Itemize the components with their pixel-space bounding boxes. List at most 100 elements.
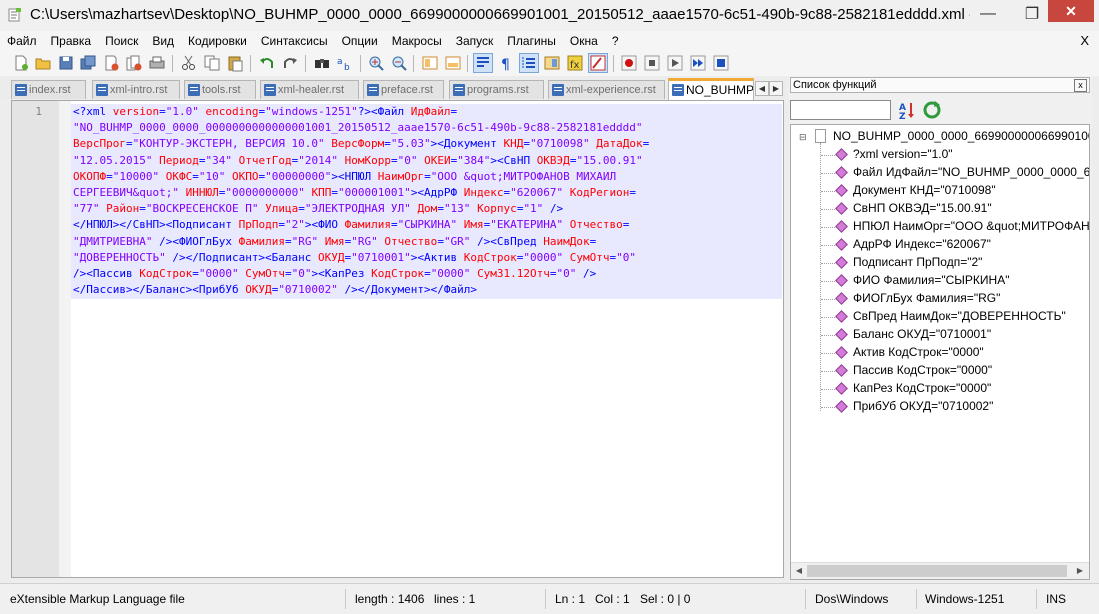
save-icon[interactable]	[57, 54, 75, 72]
code-token: ОКПО	[231, 169, 259, 183]
close-window-button[interactable]: ✕	[1048, 0, 1094, 22]
record-macro-icon[interactable]	[620, 54, 638, 72]
tab-preface-rst[interactable]: preface.rst	[363, 80, 444, 99]
code-token: Индекс	[463, 185, 504, 199]
code-token: "0000"	[523, 250, 564, 264]
run-macro-multiple-icon[interactable]	[689, 54, 707, 72]
show-all-chars-icon[interactable]: ¶	[497, 54, 515, 72]
close-all-icon[interactable]	[125, 54, 143, 72]
scroll-right-icon[interactable]: ▶	[1075, 566, 1085, 576]
folder-workspace-icon[interactable]	[588, 53, 608, 73]
code-token: ОКВЭД	[536, 153, 570, 167]
print-icon[interactable]	[148, 54, 166, 72]
code-line: "77" Район="ВОСКРЕСЕНСКОЕ П" Улица="ЭЛЕК…	[73, 201, 782, 217]
function-list-close-button[interactable]: x	[1074, 79, 1087, 92]
menu-run[interactable]: Запуск	[449, 34, 501, 48]
replace-icon[interactable]: ab	[336, 54, 354, 72]
code-token: ИдФайл	[410, 105, 451, 118]
scroll-left-icon[interactable]: ◀	[794, 566, 804, 576]
code-token: ОКУД	[318, 250, 345, 264]
horizontal-scrollbar[interactable]: ◀ ▶	[791, 562, 1089, 579]
word-wrap-icon[interactable]	[473, 53, 493, 73]
tab-xml-intro-rst[interactable]: xml-intro.rst	[92, 80, 180, 99]
line-number-gutter: 1	[12, 101, 59, 577]
menu-macro[interactable]: Макросы	[385, 34, 449, 48]
play-macro-icon[interactable]	[666, 54, 684, 72]
tree-connector	[821, 353, 835, 354]
sort-alphabetically-icon[interactable]: AZ	[897, 100, 917, 122]
save-macro-icon[interactable]	[712, 54, 730, 72]
minimize-button[interactable]: —	[966, 0, 1010, 27]
menu-search[interactable]: Поиск	[98, 34, 145, 48]
sync-vertical-icon[interactable]	[421, 54, 439, 72]
tab-index-rst[interactable]: index.rst	[11, 80, 86, 99]
find-icon[interactable]	[313, 54, 331, 72]
code-editor[interactable]: 1 <?xml version="1.0" encoding="windows-…	[11, 100, 784, 578]
copy-icon[interactable]	[203, 54, 221, 72]
code-text-selected[interactable]: <?xml version="1.0" encoding="windows-12…	[71, 104, 782, 299]
code-token: =	[622, 218, 630, 232]
code-token: "0710001"	[351, 250, 411, 264]
menu-settings[interactable]: Опции	[335, 34, 385, 48]
code-token: СумОтч	[569, 250, 610, 264]
function-list-tree[interactable]: ⊟ NO_BUHMP_0000_0000_6699000000669901001…	[790, 124, 1090, 580]
menu-encoding[interactable]: Кодировки	[181, 34, 254, 48]
code-token: ?><Файл	[357, 105, 411, 118]
xml-node-icon	[835, 238, 848, 251]
tree-connector	[821, 245, 835, 246]
menu-plugins[interactable]: Плагины	[500, 34, 563, 48]
menu-help[interactable]: ?	[605, 34, 626, 48]
code-token: СЕРГЕЕВИЧ&quot;"	[73, 185, 179, 199]
function-list-item-label: ФИО Фамилия="СЫРКИНА"	[853, 273, 1010, 287]
new-file-icon[interactable]	[12, 54, 30, 72]
code-token: />	[549, 202, 564, 216]
tab-tools-rst[interactable]: tools.rst	[184, 80, 256, 99]
function-list-search-input[interactable]	[790, 100, 891, 120]
file-icon	[453, 84, 465, 96]
reload-icon[interactable]	[922, 100, 942, 120]
svg-text:b: b	[344, 63, 350, 72]
close-document-button[interactable]: X	[1080, 33, 1089, 48]
code-token: =	[384, 137, 391, 151]
window-title: C:\Users\mazhartsev\Desktop\NO_BUHMP_000…	[30, 6, 970, 23]
code-token: "0"	[616, 250, 636, 264]
xml-node-icon	[835, 220, 848, 233]
cut-icon[interactable]	[180, 54, 198, 72]
doc-map-icon[interactable]	[543, 54, 561, 72]
code-token: "ООО &quot;МИТРОФАНОВ МИХАИЛ	[430, 169, 617, 183]
sync-horizontal-icon[interactable]	[444, 54, 462, 72]
tab-scroll-left-icon[interactable]: ◀	[755, 81, 769, 96]
tab-scroll-right-icon[interactable]: ▶	[769, 81, 783, 96]
menu-file[interactable]: Файл	[0, 34, 44, 48]
code-token: ><АдрРФ	[410, 185, 464, 199]
function-list-item-label: Баланс ОКУД="0710001"	[853, 327, 992, 341]
indent-guide-icon[interactable]	[519, 53, 539, 73]
collapse-icon[interactable]: ⊟	[799, 133, 807, 142]
code-token: ОКЕИ	[424, 153, 451, 167]
code-token: Сум31.12Отч	[477, 266, 550, 280]
stop-macro-icon[interactable]	[643, 54, 661, 72]
paste-icon[interactable]	[226, 54, 244, 72]
menu-edit[interactable]: Правка	[44, 34, 99, 48]
tab-xml-experience-rst[interactable]: xml-experience.rst	[548, 80, 665, 99]
menu-window[interactable]: Окна	[563, 34, 605, 48]
close-icon[interactable]	[102, 54, 120, 72]
code-token: =	[106, 169, 113, 183]
menu-view[interactable]: Вид	[145, 34, 181, 48]
redo-icon[interactable]	[281, 54, 299, 72]
scrollbar-thumb[interactable]	[807, 565, 1067, 577]
tab-active-document[interactable]: NO_BUHMP_	[668, 78, 754, 100]
tree-root-label: NO_BUHMP_0000_0000_6699000000669901001_2…	[833, 129, 1089, 143]
menu-language[interactable]: Синтаксисы	[254, 34, 335, 48]
function-list-item-label: ФИОГлБух Фамилия="RG"	[853, 291, 1001, 305]
function-list-icon[interactable]: fx	[566, 54, 584, 72]
save-all-icon[interactable]	[79, 54, 97, 72]
tab-programs-rst[interactable]: programs.rst	[449, 80, 544, 99]
tab-xml-healer-rst[interactable]: xml-healer.rst	[260, 80, 359, 99]
zoom-in-icon[interactable]	[367, 54, 385, 72]
zoom-out-icon[interactable]	[390, 54, 408, 72]
open-file-icon[interactable]	[34, 54, 52, 72]
undo-icon[interactable]	[258, 54, 276, 72]
code-token: </НПЮЛ></СвНП><Подписант	[73, 218, 239, 232]
